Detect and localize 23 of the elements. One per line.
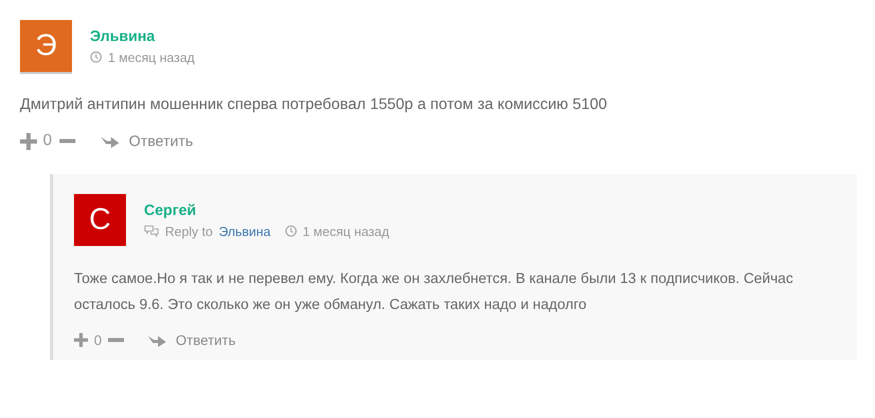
vote-count: 0 — [94, 332, 102, 348]
reply-arrow-icon — [100, 134, 119, 148]
comment-text: Тоже самое.Но я так и не перевел ему. Когда же он захлебнется. В канале были 13 к подписчиков. Сейчас осталось 9.6. Это сколько же он уже обманул. Сажать таких надо и надолго — [74, 270, 794, 315]
parent-author-link[interactable]: Эльвина — [218, 224, 271, 238]
avatar: С — [74, 194, 126, 246]
reply-button[interactable]: Ответить — [148, 332, 236, 348]
downvote-icon[interactable] — [108, 338, 124, 342]
comment-time: 1 месяц назад — [108, 50, 195, 64]
downvote-icon[interactable] — [58, 138, 77, 144]
reply-button[interactable]: Ответить — [100, 132, 194, 150]
reply-arrow-icon — [148, 333, 166, 347]
author-name: Эльвина — [90, 28, 156, 44]
upvote-icon[interactable] — [74, 333, 88, 347]
comment-time: 1 месяц назад — [302, 224, 390, 238]
upvote-icon[interactable] — [20, 132, 37, 150]
avatar: Э — [20, 20, 72, 72]
chat-bubbles-icon — [144, 225, 159, 237]
author-name: Сергей — [144, 202, 198, 218]
clock-icon — [284, 225, 297, 237]
clock-icon — [90, 51, 102, 63]
vote-count: 0 — [43, 132, 52, 150]
comment-text: Дмитрий антипин мошенник сперва потребовал 1550р а потом за комиссию 5100 — [20, 95, 608, 115]
reply-to-label: Reply to — [165, 224, 213, 238]
